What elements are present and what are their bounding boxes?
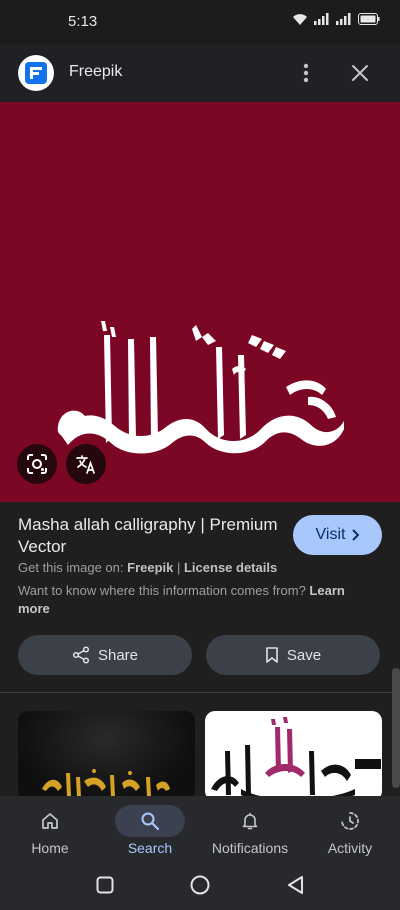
nav-activity-label: Activity: [327, 840, 373, 856]
related-images: [0, 694, 400, 801]
share-label: Share: [97, 646, 139, 664]
freepik-logo-icon: [18, 55, 54, 91]
source-line: Get this image on: Freepik | License det…: [18, 560, 277, 575]
gold-calligraphy-image: [42, 769, 170, 797]
more-vert-icon: [303, 63, 309, 83]
system-home-button[interactable]: [187, 872, 213, 898]
recents-square-icon: [96, 876, 114, 894]
image-details: Masha allah calligraphy | Premium Vector…: [0, 502, 400, 694]
status-bar: 5:13: [0, 0, 400, 44]
image-title: Masha allah calligraphy | Premium Vector: [18, 515, 278, 556]
pink-calligraphy-image: [211, 717, 381, 801]
nav-search-icon-wrap: [115, 805, 185, 837]
home-circle-icon: [190, 875, 210, 895]
wifi-icon: [293, 14, 307, 25]
source-prefix: Get this image on:: [18, 560, 128, 575]
bookmark-icon: [266, 647, 278, 663]
translate-button[interactable]: [66, 444, 106, 484]
lens-search-button[interactable]: [17, 444, 57, 484]
bell-icon: [242, 812, 258, 830]
recents-button[interactable]: [92, 872, 118, 898]
visit-button[interactable]: Visit: [293, 515, 382, 555]
calligraphy-image: [57, 321, 344, 454]
site-name: Freepik: [69, 63, 123, 80]
back-triangle-icon: [288, 876, 303, 894]
nav-home-label: Home: [31, 840, 69, 856]
source-site-link[interactable]: Freepik: [127, 560, 173, 575]
app-header: Freepik: [0, 44, 400, 102]
close-button[interactable]: [348, 61, 372, 85]
close-icon: [352, 65, 368, 81]
signal-2-icon: [336, 13, 351, 25]
translate-icon: [76, 455, 95, 474]
license-details-link[interactable]: License details: [184, 560, 277, 575]
nav-notifications-label: Notifications: [211, 840, 289, 856]
nav-home[interactable]: Home: [0, 796, 100, 860]
battery-icon: [358, 13, 380, 25]
search-icon: [141, 812, 160, 831]
related-image-2[interactable]: [205, 711, 382, 801]
signal-icon: [314, 13, 329, 25]
home-icon: [42, 813, 58, 829]
scroll-handle[interactable]: [392, 668, 400, 788]
back-button[interactable]: [282, 872, 308, 898]
status-icons: [292, 12, 380, 26]
nav-notifications-icon-wrap: [215, 805, 285, 837]
save-button[interactable]: Save: [206, 635, 380, 675]
bottom-nav: Home Search Notifications Activity: [0, 796, 400, 860]
divider: [0, 692, 400, 693]
nav-search[interactable]: Search: [100, 796, 200, 860]
info-question: Want to know where this information come…: [18, 583, 310, 598]
system-nav-bar: [0, 860, 400, 910]
image-preview[interactable]: [0, 102, 400, 502]
nav-home-icon-wrap: [15, 805, 85, 837]
save-label: Save: [286, 646, 322, 664]
chevron-right-icon: [352, 529, 360, 541]
google-lens-icon: [27, 454, 47, 474]
nav-activity[interactable]: Activity: [300, 796, 400, 860]
more-options-button[interactable]: [294, 59, 318, 87]
info-text: Want to know where this information come…: [18, 582, 368, 618]
nav-activity-icon-wrap: [315, 805, 385, 837]
share-button[interactable]: Share: [18, 635, 192, 675]
status-time: 5:13: [68, 13, 98, 30]
nav-notifications[interactable]: Notifications: [200, 796, 300, 860]
source-separator: |: [173, 560, 184, 575]
nav-search-label: Search: [127, 840, 173, 856]
related-image-1[interactable]: [18, 711, 195, 801]
visit-label: Visit: [315, 526, 346, 543]
activity-icon: [341, 812, 359, 830]
share-icon: [72, 646, 90, 664]
